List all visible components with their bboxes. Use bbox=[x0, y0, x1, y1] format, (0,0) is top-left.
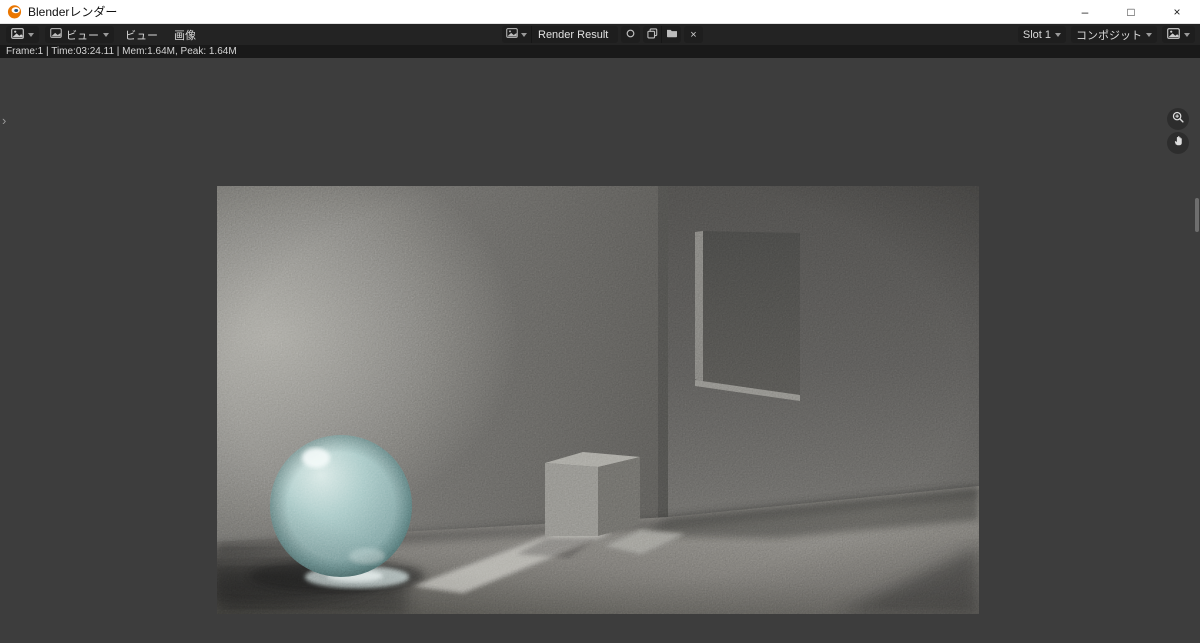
image-viewport[interactable]: › bbox=[0, 58, 1200, 643]
pass-dropdown[interactable]: コンポジット bbox=[1071, 26, 1157, 43]
image-datablock: Render Result bbox=[502, 26, 618, 43]
menu-view[interactable]: ビュー bbox=[120, 27, 163, 43]
render-scene bbox=[145, 186, 979, 614]
browse-image-dropdown[interactable] bbox=[502, 26, 532, 43]
browse-image-icon bbox=[506, 28, 518, 41]
render-stats-text: Frame:1 | Time:03:24.11 | Mem:1.64M, Pea… bbox=[6, 46, 237, 57]
chevron-down-icon bbox=[521, 32, 527, 37]
window-controls: – □ × bbox=[1062, 0, 1200, 23]
close-button[interactable]: × bbox=[1154, 0, 1200, 23]
editor-type-dropdown[interactable] bbox=[6, 26, 39, 43]
image-editor-header: ビュー ビュー 画像 Render Result × Slot 1 コンポジット bbox=[0, 24, 1200, 45]
pan-hand-icon bbox=[1172, 134, 1185, 152]
minimize-button[interactable]: – bbox=[1062, 0, 1108, 23]
chevron-down-icon bbox=[1055, 32, 1061, 37]
zoom-gizmo-button[interactable] bbox=[1167, 108, 1189, 130]
render-result-image[interactable] bbox=[145, 186, 979, 614]
region-expand-icon[interactable]: › bbox=[2, 114, 6, 127]
slot-dropdown[interactable]: Slot 1 bbox=[1017, 26, 1066, 43]
viewport-scrollbar[interactable] bbox=[1195, 198, 1199, 232]
render-grain bbox=[217, 186, 979, 614]
mode-dropdown[interactable]: ビュー bbox=[45, 26, 114, 43]
display-channels-icon bbox=[1167, 27, 1180, 42]
mode-dropdown-label: ビュー bbox=[66, 29, 99, 42]
pan-gizmo-button[interactable] bbox=[1167, 132, 1189, 154]
slot-dropdown-label: Slot 1 bbox=[1022, 28, 1051, 41]
image-name-field[interactable]: Render Result bbox=[532, 26, 618, 43]
chevron-down-icon bbox=[1184, 32, 1190, 37]
new-image-button[interactable] bbox=[643, 26, 662, 43]
header-right-group: Slot 1 コンポジット bbox=[1017, 24, 1195, 45]
zoom-icon bbox=[1171, 110, 1185, 129]
unlink-icon: × bbox=[690, 28, 697, 41]
pass-dropdown-label: コンポジット bbox=[1076, 29, 1142, 42]
editor-type-icon bbox=[11, 27, 24, 42]
unlink-button[interactable]: × bbox=[684, 26, 703, 43]
display-channels-dropdown[interactable] bbox=[1162, 26, 1195, 43]
open-folder-icon bbox=[666, 28, 678, 41]
maximize-button[interactable]: □ bbox=[1108, 0, 1154, 23]
chevron-down-icon bbox=[1146, 32, 1152, 37]
image-datablock-group: Render Result × bbox=[502, 24, 703, 45]
pin-toggle-button[interactable] bbox=[621, 26, 640, 43]
window-title: Blenderレンダー bbox=[28, 5, 118, 19]
chevron-down-icon bbox=[103, 32, 109, 37]
header-left-group: ビュー ビュー 画像 bbox=[6, 24, 201, 45]
pin-icon bbox=[625, 28, 636, 42]
mode-image-icon bbox=[50, 28, 62, 41]
menu-image[interactable]: 画像 bbox=[169, 27, 201, 43]
window-titlebar: Blenderレンダー – □ × bbox=[0, 0, 1200, 24]
new-image-icon bbox=[646, 27, 658, 42]
chevron-down-icon bbox=[28, 32, 34, 37]
blender-logo-icon bbox=[7, 4, 22, 19]
render-info-bar: Frame:1 | Time:03:24.11 | Mem:1.64M, Pea… bbox=[0, 45, 1200, 58]
open-image-button[interactable] bbox=[662, 26, 681, 43]
